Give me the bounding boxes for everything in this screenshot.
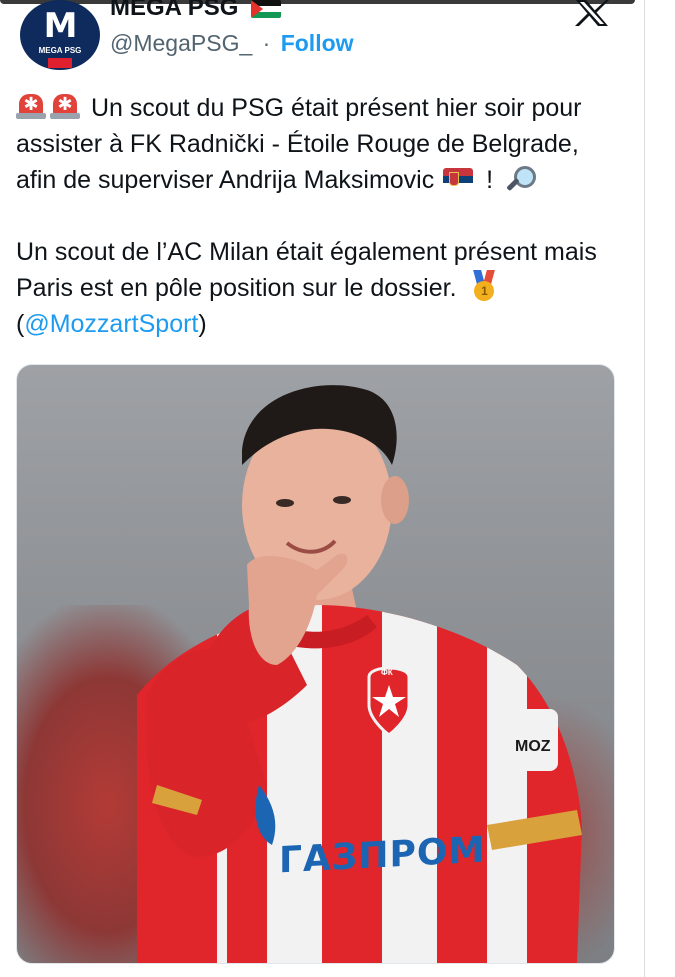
siren-icon: ✱	[16, 92, 46, 120]
magnifier-icon	[504, 164, 537, 194]
display-name[interactable]: MEGA PSG	[110, 0, 282, 22]
user-handle[interactable]: @MegaPSG_	[110, 30, 252, 56]
tweet-photo[interactable]: ГАЗПРОМ MOZ ФК	[16, 364, 615, 964]
mention-link[interactable]: @MozzartSport	[24, 310, 198, 338]
tweet-text: ✱ ✱ Un scout du PSG était présent hier so…	[16, 90, 626, 342]
siren-icon: ✱	[50, 92, 80, 120]
mention-close-paren: )	[198, 310, 207, 338]
x-logo-icon[interactable]	[572, 0, 612, 28]
avatar[interactable]: M MEGA PSG	[20, 0, 100, 70]
window-top-edge	[0, 0, 635, 4]
right-divider	[644, 0, 645, 977]
display-name-text: MEGA PSG	[110, 0, 239, 21]
separator-dot: ·	[262, 30, 271, 56]
avatar-red-strip	[48, 58, 72, 68]
medal-icon: 1	[469, 270, 499, 302]
tweet-paragraph-1: ✱ ✱ Un scout du PSG était présent hier so…	[16, 90, 626, 198]
tweet-paragraph-2: Un scout de l’AC Milan était également p…	[16, 234, 626, 342]
avatar-monogram: M	[43, 6, 78, 46]
palestine-flag-icon	[251, 0, 282, 18]
tweet-para-2-text: Un scout de l’AC Milan était également p…	[16, 238, 597, 302]
follow-button[interactable]: Follow	[281, 30, 354, 56]
handle-row: @MegaPSG_ · Follow	[110, 30, 354, 57]
serbia-flag-icon	[443, 168, 474, 190]
crest-text: ФК	[381, 668, 393, 677]
tweet-line-1-end: !	[479, 166, 494, 194]
sleeve-badge: MOZ	[515, 738, 551, 755]
avatar-brand: MEGA PSG	[38, 46, 82, 55]
tweet-line-1: Un scout du PSG était présent hier soir …	[16, 94, 582, 194]
